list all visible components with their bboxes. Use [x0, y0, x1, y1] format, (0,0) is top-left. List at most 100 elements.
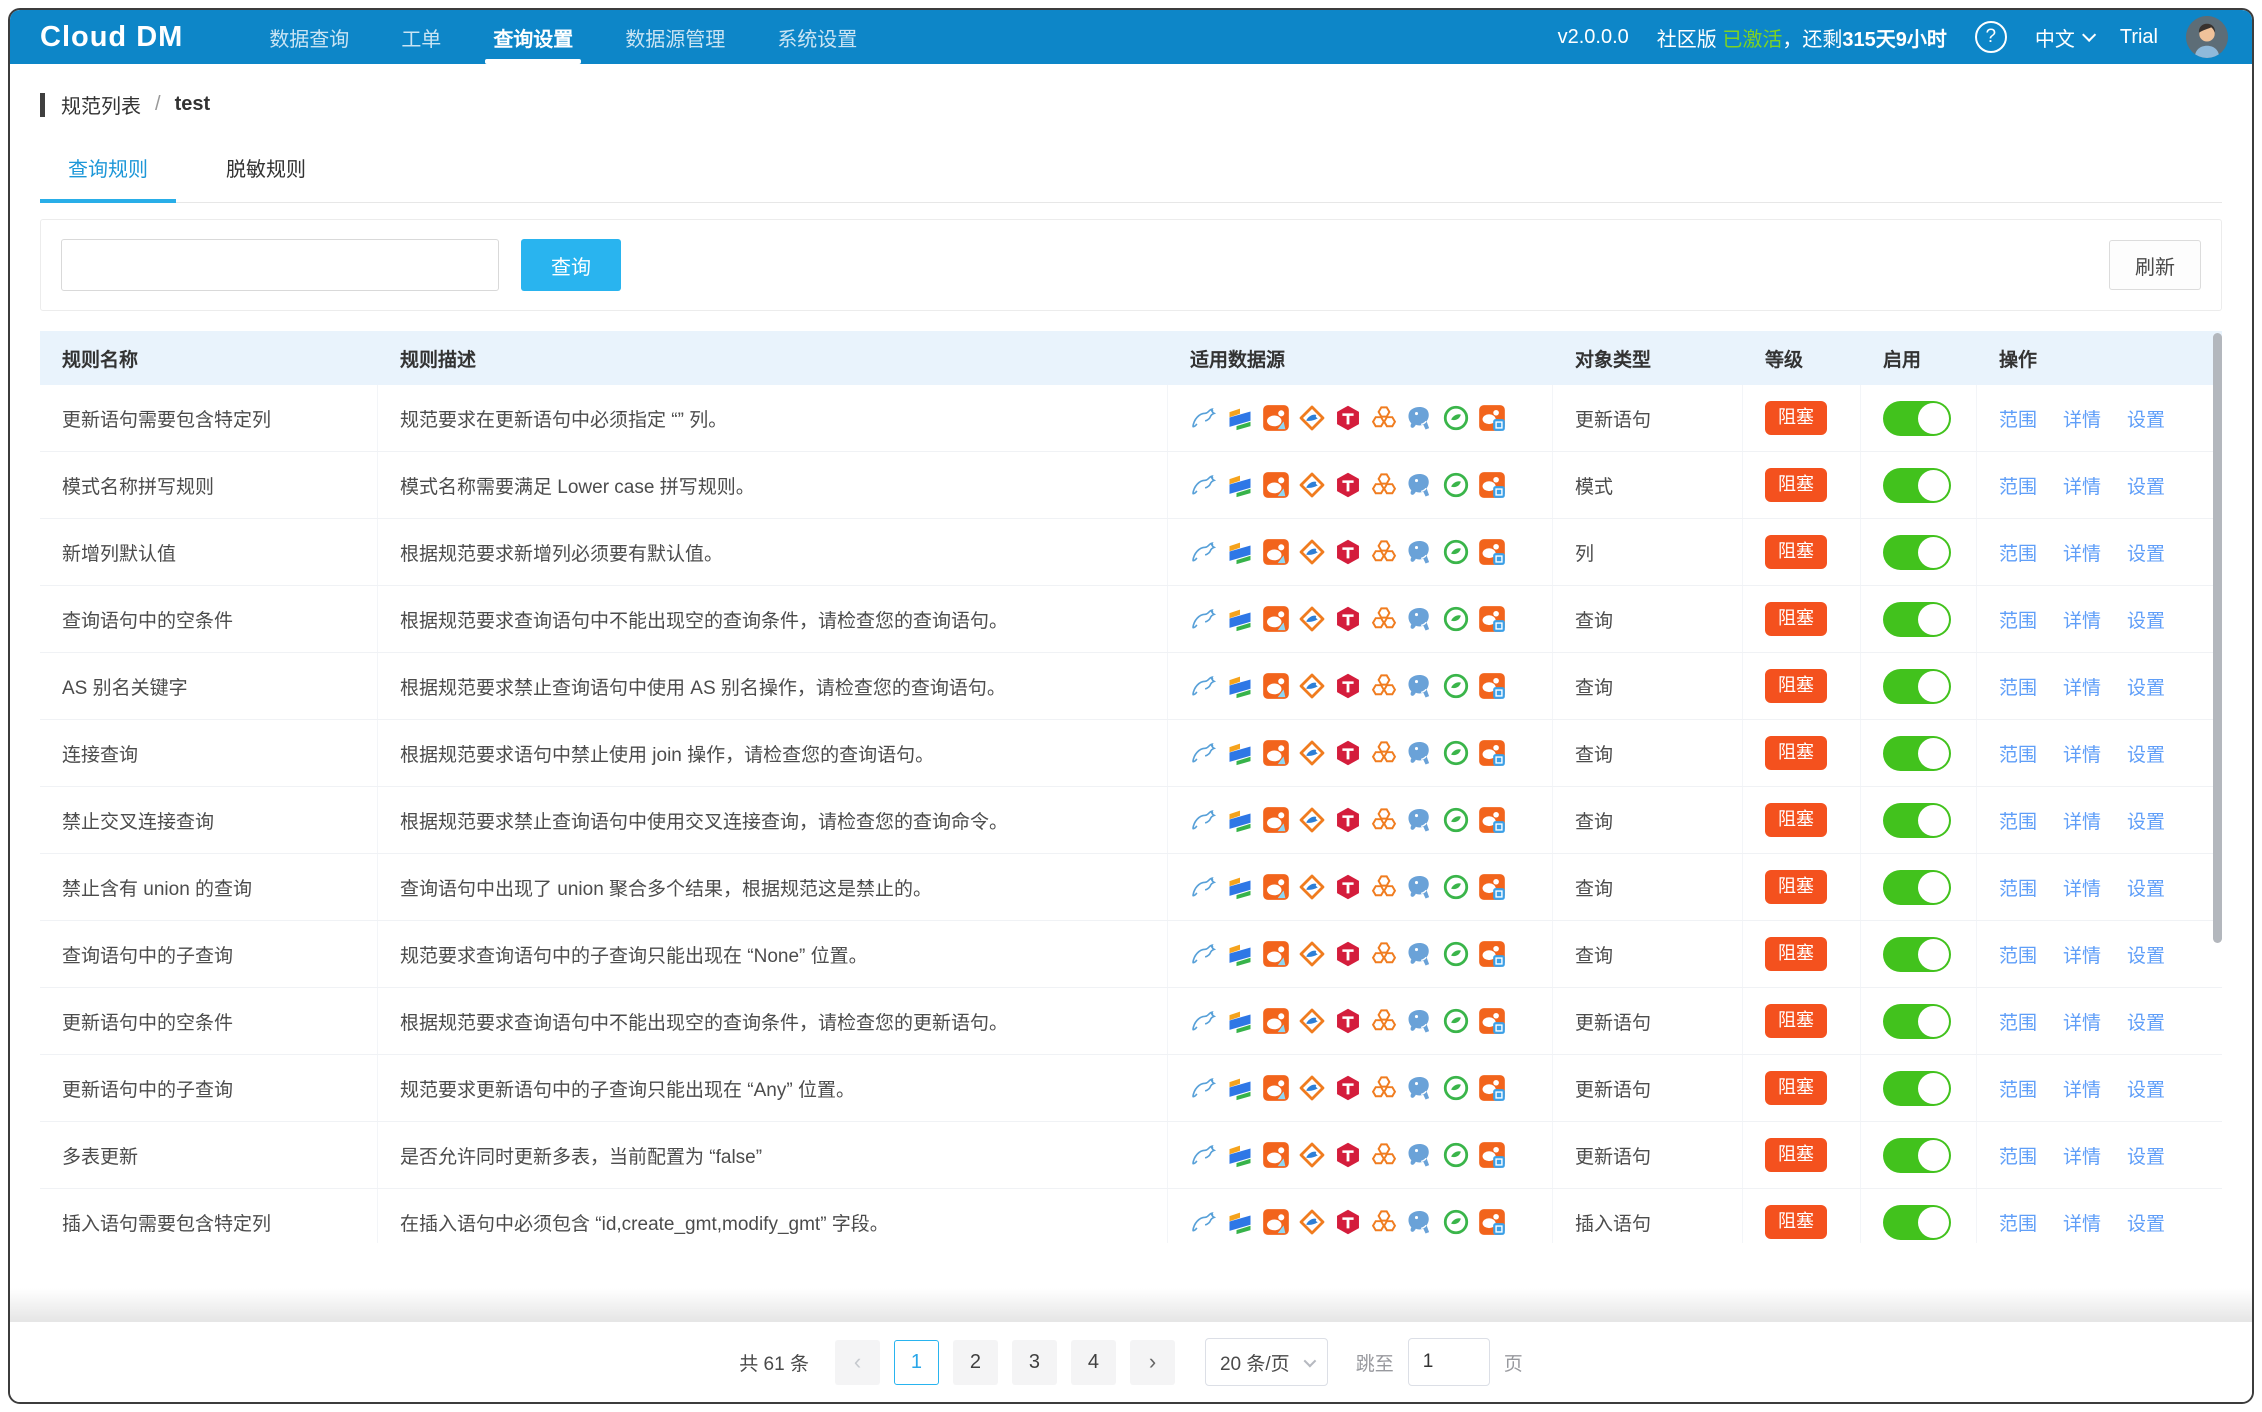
- detail-link[interactable]: 详情: [2063, 539, 2101, 566]
- detail-link[interactable]: 详情: [2063, 941, 2101, 968]
- detail-link[interactable]: 详情: [2063, 472, 2101, 499]
- breadcrumb-section[interactable]: 规范列表: [61, 90, 141, 119]
- settings-link[interactable]: 设置: [2127, 539, 2165, 566]
- scope-link[interactable]: 范围: [1999, 606, 2037, 633]
- settings-link[interactable]: 设置: [2127, 472, 2165, 499]
- enable-toggle[interactable]: [1883, 1004, 1951, 1039]
- opengauss-icon: [1442, 940, 1470, 968]
- settings-link[interactable]: 设置: [2127, 1008, 2165, 1035]
- mysql-icon: [1190, 873, 1218, 901]
- enable-toggle[interactable]: [1883, 870, 1951, 905]
- search-input[interactable]: [61, 239, 499, 291]
- settings-link[interactable]: 设置: [2127, 1142, 2165, 1169]
- table-row: 查询语句中的子查询 规范要求查询语句中的子查询只能出现在 “None” 位置。 …: [40, 921, 2222, 988]
- settings-link[interactable]: 设置: [2127, 740, 2165, 767]
- detail-link[interactable]: 详情: [2063, 807, 2101, 834]
- settings-link[interactable]: 设置: [2127, 405, 2165, 432]
- enable-toggle[interactable]: [1883, 1138, 1951, 1173]
- mysql-icon: [1190, 404, 1218, 432]
- toggle-knob: [1918, 537, 1949, 568]
- settings-link[interactable]: 设置: [2127, 1209, 2165, 1236]
- detail-link[interactable]: 详情: [2063, 1075, 2101, 1102]
- enable-toggle[interactable]: [1883, 736, 1951, 771]
- enable-toggle[interactable]: [1883, 669, 1951, 704]
- scope-link[interactable]: 范围: [1999, 472, 2037, 499]
- scope-link[interactable]: 范围: [1999, 1008, 2037, 1035]
- enable-toggle[interactable]: [1883, 803, 1951, 838]
- enable-toggle[interactable]: [1883, 602, 1951, 637]
- mysql-icon: [1190, 605, 1218, 633]
- detail-link[interactable]: 详情: [2063, 405, 2101, 432]
- scope-link[interactable]: 范围: [1999, 874, 2037, 901]
- settings-link[interactable]: 设置: [2127, 941, 2165, 968]
- polardb-icon: [1262, 404, 1290, 432]
- scope-link[interactable]: 范围: [1999, 1209, 2037, 1236]
- dm-icon: [1298, 739, 1326, 767]
- enable-toggle[interactable]: [1883, 1205, 1951, 1240]
- page-size-select[interactable]: 20 条/页: [1205, 1338, 1328, 1386]
- rule-name: 更新语句中的子查询: [62, 1075, 233, 1102]
- scope-link[interactable]: 范围: [1999, 807, 2037, 834]
- column-header-level: 等级: [1743, 331, 1861, 385]
- detail-link[interactable]: 详情: [2063, 606, 2101, 633]
- settings-link[interactable]: 设置: [2127, 673, 2165, 700]
- scope-link[interactable]: 范围: [1999, 941, 2037, 968]
- scope-link[interactable]: 范围: [1999, 1142, 2037, 1169]
- language-selector[interactable]: 中文: [2035, 23, 2092, 52]
- query-button[interactable]: 查询: [521, 239, 621, 291]
- settings-link[interactable]: 设置: [2127, 606, 2165, 633]
- enable-toggle[interactable]: [1883, 535, 1951, 570]
- toggle-knob: [1918, 738, 1949, 769]
- settings-link[interactable]: 设置: [2127, 807, 2165, 834]
- scope-link[interactable]: 范围: [1999, 539, 2037, 566]
- detail-link[interactable]: 详情: [2063, 874, 2101, 901]
- page-button-3[interactable]: 3: [1012, 1340, 1057, 1385]
- chevron-down-icon: [2082, 28, 2096, 42]
- jump-page-input[interactable]: [1408, 1338, 1490, 1386]
- mysql-icon: [1190, 672, 1218, 700]
- detail-link[interactable]: 详情: [2063, 1142, 2101, 1169]
- enable-toggle[interactable]: [1883, 401, 1951, 436]
- detail-link[interactable]: 详情: [2063, 740, 2101, 767]
- object-type: 列: [1575, 539, 1594, 566]
- nav-item-work-order[interactable]: 工单: [375, 10, 467, 64]
- user-avatar[interactable]: [2186, 16, 2228, 58]
- page-button-4[interactable]: 4: [1071, 1340, 1116, 1385]
- rule-description: 根据规范要求新增列必须要有默认值。: [400, 539, 723, 566]
- settings-link[interactable]: 设置: [2127, 1075, 2165, 1102]
- page-button-1[interactable]: 1: [894, 1340, 939, 1385]
- rule-description: 查询语句中出现了 union 聚合多个结果，根据规范这是禁止的。: [400, 874, 932, 901]
- nav-item-query-settings[interactable]: 查询设置: [467, 10, 599, 64]
- page-button-2[interactable]: 2: [953, 1340, 998, 1385]
- scope-link[interactable]: 范围: [1999, 405, 2037, 432]
- oceanbase-icon: [1226, 404, 1254, 432]
- scope-link[interactable]: 范围: [1999, 740, 2037, 767]
- tidb-icon: [1334, 605, 1362, 633]
- detail-link[interactable]: 详情: [2063, 1008, 2101, 1035]
- settings-link[interactable]: 设置: [2127, 874, 2165, 901]
- help-icon[interactable]: ?: [1975, 21, 2007, 53]
- enable-toggle[interactable]: [1883, 1071, 1951, 1106]
- tab-masking-rules[interactable]: 脱敏规则: [198, 153, 334, 202]
- refresh-button[interactable]: 刷新: [2109, 240, 2201, 290]
- polardb-x-icon: [1478, 739, 1506, 767]
- vertical-scrollbar[interactable]: [2213, 333, 2222, 943]
- scope-link[interactable]: 范围: [1999, 1075, 2037, 1102]
- tab-query-rules[interactable]: 查询规则: [40, 153, 176, 202]
- oceanbase-icon: [1226, 940, 1254, 968]
- nav-item-system-settings[interactable]: 系统设置: [751, 10, 883, 64]
- detail-link[interactable]: 详情: [2063, 673, 2101, 700]
- gbase-icon: [1370, 404, 1398, 432]
- enable-toggle[interactable]: [1883, 468, 1951, 503]
- breadcrumb-separator: /: [155, 93, 161, 116]
- next-page-button[interactable]: ›: [1130, 1340, 1175, 1385]
- prev-page-button[interactable]: ‹: [835, 1340, 880, 1385]
- tidb-icon: [1334, 1208, 1362, 1236]
- detail-link[interactable]: 详情: [2063, 1209, 2101, 1236]
- column-header-enabled: 启用: [1861, 331, 1977, 385]
- enable-toggle[interactable]: [1883, 937, 1951, 972]
- nav-item-datasource-management[interactable]: 数据源管理: [599, 10, 751, 64]
- scope-link[interactable]: 范围: [1999, 673, 2037, 700]
- nav-item-data-query[interactable]: 数据查询: [243, 10, 375, 64]
- gbase-icon: [1370, 1208, 1398, 1236]
